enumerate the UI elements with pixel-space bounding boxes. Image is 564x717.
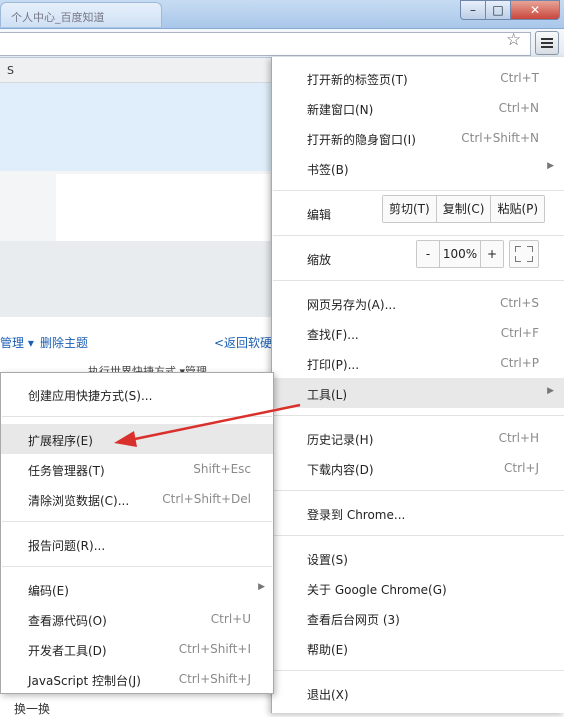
zoom-in-button[interactable]: + <box>481 241 503 267</box>
menu-separator <box>273 190 564 191</box>
menu-separator <box>2 416 272 417</box>
menu-item-edit: 编辑 剪切(T) 复制(C) 粘贴(P) <box>272 195 564 228</box>
address-bar[interactable] <box>0 32 531 56</box>
tools-submenu: 创建应用快捷方式(S)... 扩展程序(E) 任务管理器(T) Shift+Es… <box>0 372 274 694</box>
submenu-item-view-source[interactable]: 查看源代码(O) Ctrl+U <box>1 604 273 634</box>
minimize-button[interactable]: – <box>460 0 486 20</box>
browser-tab[interactable]: 个人中心_百度知道 <box>0 2 162 27</box>
menu-item-help[interactable]: 帮助(E) <box>272 633 564 663</box>
menu-item-settings[interactable]: 设置(S) <box>272 543 564 573</box>
menu-item-incognito[interactable]: 打开新的隐身窗口(I) Ctrl+Shift+N <box>272 123 564 153</box>
star-icon[interactable]: ☆ <box>506 30 521 50</box>
submenu-item-js-console[interactable]: JavaScript 控制台(J) Ctrl+Shift+J <box>1 664 273 694</box>
menu-item-history[interactable]: 历史记录(H) Ctrl+H <box>272 423 564 453</box>
menu-separator <box>2 521 272 522</box>
zoom-level: 100% <box>440 241 481 267</box>
cut-button[interactable]: 剪切(T) <box>383 196 437 222</box>
browser-toolbar: ☆ <box>0 29 564 58</box>
page-strip-text: S <box>7 64 14 77</box>
chrome-main-menu: 打开新的标签页(T) Ctrl+T 新建窗口(N) Ctrl+N 打开新的隐身窗… <box>271 57 564 713</box>
tab-title: 个人中心_百度知道 <box>11 11 105 24</box>
submenu-item-create-shortcut[interactable]: 创建应用快捷方式(S)... <box>1 379 273 409</box>
menu-item-downloads[interactable]: 下载内容(D) Ctrl+J <box>272 453 564 483</box>
zoom-control-group: - 100% + <box>416 240 504 268</box>
chevron-right-icon: ▶ <box>547 161 554 171</box>
submenu-item-clear-data[interactable]: 清除浏览数据(C)... Ctrl+Shift+Del <box>1 484 273 514</box>
chevron-right-icon: ▶ <box>547 386 554 396</box>
menu-item-save-as[interactable]: 网页另存为(A)... Ctrl+S <box>272 288 564 318</box>
menu-separator <box>273 490 564 491</box>
hamburger-menu-icon[interactable] <box>535 31 559 55</box>
menu-item-about[interactable]: 关于 Google Chrome(G) <box>272 573 564 603</box>
menu-item-zoom: 缩放 - 100% + <box>272 240 564 273</box>
delete-theme-link[interactable]: 删除主题 <box>40 334 88 351</box>
maximize-button[interactable]: □ <box>485 0 511 20</box>
submenu-item-devtools[interactable]: 开发者工具(D) Ctrl+Shift+I <box>1 634 273 664</box>
menu-separator <box>273 670 564 671</box>
manage-link[interactable]: 管理 ▾ <box>0 334 34 351</box>
copy-button[interactable]: 复制(C) <box>436 196 492 222</box>
menu-separator <box>273 415 564 416</box>
zoom-out-button[interactable]: - <box>417 241 440 267</box>
menu-separator <box>273 235 564 236</box>
edit-button-group: 剪切(T) 复制(C) 粘贴(P) <box>382 195 546 223</box>
menu-item-signin[interactable]: 登录到 Chrome... <box>272 498 564 528</box>
menu-item-new-tab[interactable]: 打开新的标签页(T) Ctrl+T <box>272 63 564 93</box>
submenu-item-report-issue[interactable]: 报告问题(R)... <box>1 529 273 559</box>
submenu-item-extensions[interactable]: 扩展程序(E) <box>1 424 273 454</box>
fullscreen-icon[interactable] <box>509 240 539 268</box>
menu-separator <box>273 535 564 536</box>
menu-item-exit[interactable]: 退出(X) <box>272 678 564 708</box>
window-controls: – □ ✕ <box>460 0 560 20</box>
refresh-link[interactable]: 换一换 <box>14 700 50 717</box>
submenu-item-task-manager[interactable]: 任务管理器(T) Shift+Esc <box>1 454 273 484</box>
chevron-right-icon: ▶ <box>258 582 265 592</box>
menu-item-tools[interactable]: 工具(L) ▶ <box>272 378 564 408</box>
menu-item-print[interactable]: 打印(P)... Ctrl+P <box>272 348 564 378</box>
menu-item-background-pages[interactable]: 查看后台网页 (3) <box>272 603 564 633</box>
menu-separator <box>2 566 272 567</box>
paste-button[interactable]: 粘贴(P) <box>491 196 545 222</box>
menu-item-find[interactable]: 查找(F)... Ctrl+F <box>272 318 564 348</box>
close-button[interactable]: ✕ <box>510 0 560 20</box>
menu-separator <box>273 280 564 281</box>
menu-item-new-window[interactable]: 新建窗口(N) Ctrl+N <box>272 93 564 123</box>
menu-item-bookmarks[interactable]: 书签(B) ▶ <box>272 153 564 183</box>
submenu-item-encoding[interactable]: 编码(E) ▶ <box>1 574 273 604</box>
